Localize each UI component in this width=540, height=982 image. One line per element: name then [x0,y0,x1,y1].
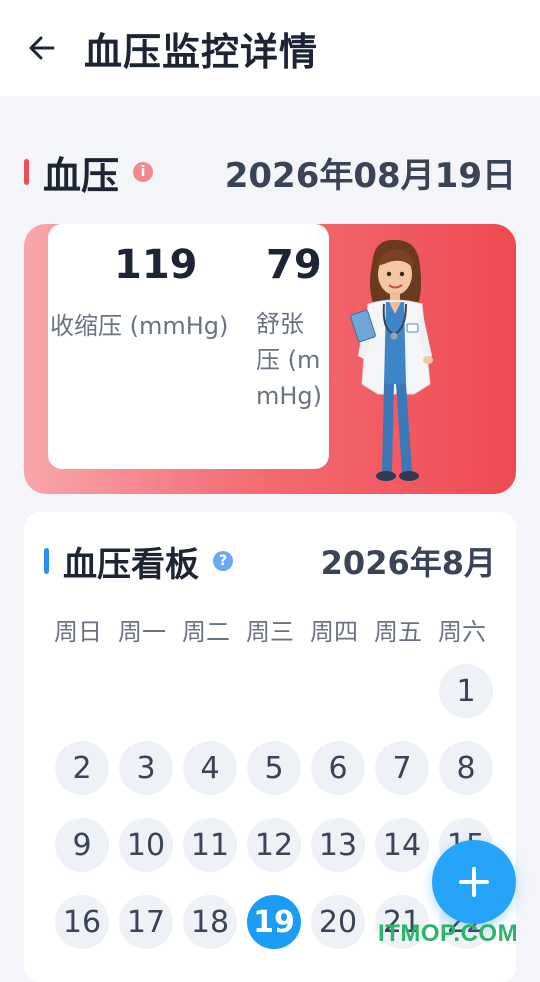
calendar-cell: 14 [370,818,434,895]
arrow-left-icon [29,36,55,60]
calendar-cell: 5 [242,741,306,818]
systolic-label: 收缩压 (mmHg) [50,312,229,340]
calendar-cell: 19 [242,895,306,972]
diastolic-label: 舒张压 (mmHg) [256,310,323,410]
calendar-day[interactable]: 12 [247,818,301,872]
calendar-day[interactable]: 18 [183,895,237,949]
calendar-cell: 1 [434,664,498,741]
watermark: ITMOP.COM [378,920,519,947]
calendar-day[interactable]: 7 [375,741,429,795]
calendar-cell: 20 [306,895,370,972]
calendar-day[interactable]: 14 [375,818,429,872]
bp-reading-card: 119 收缩压 (mmHg) 79 舒张压 (mmHg) [24,224,516,494]
systolic-value: 119 [114,242,198,288]
add-record-button[interactable] [432,840,516,924]
calendar-day[interactable]: 16 [55,895,109,949]
calendar-cell: 4 [178,741,242,818]
section-accent-bar [24,159,29,185]
weekday-label: 周二 [182,618,230,646]
page-title: 血压监控详情 [84,29,319,74]
board-header: 血压看板 ? 2026年8月 [44,536,496,586]
calendar-cell: 8 [434,741,498,818]
calendar-cell: 10 [114,818,178,895]
calendar-day[interactable]: 2 [55,741,109,795]
header-bar: 血压监控详情 [0,0,540,96]
calendar-day[interactable]: 11 [183,818,237,872]
calendar-day-selected[interactable]: 19 [247,895,301,949]
calendar-cell: 2 [50,741,114,818]
calendar-day[interactable]: 5 [247,741,301,795]
calendar-cell: 9 [50,818,114,895]
calendar-day[interactable]: 13 [311,818,365,872]
calendar-cell: 7 [370,741,434,818]
back-button[interactable] [22,28,62,68]
bp-values-panel: 119 收缩压 (mmHg) 79 舒张压 (mmHg) [48,224,329,469]
calendar-day[interactable]: 4 [183,741,237,795]
calendar-cell: 6 [306,741,370,818]
calendar-cell: 11 [178,818,242,895]
bp-section-header: 血压 i 2026年08月19日 [24,142,516,202]
calendar-week-row: 1 [50,664,498,741]
weekday-header: 周日 周一 周二 周三 周四 周五 周六 [46,612,494,647]
bp-date[interactable]: 2026年08月19日 [225,148,516,197]
calendar-cell: 13 [306,818,370,895]
calendar-week-row: 9101112131415 [50,818,498,895]
calendar-cell [242,664,306,741]
plus-icon [459,867,489,897]
calendar-cell: 18 [178,895,242,972]
weekday-label: 周五 [374,618,422,646]
weekday-label: 周三 [246,618,294,646]
calendar-cell [114,664,178,741]
calendar-day[interactable]: 20 [311,895,365,949]
board-accent-bar [44,548,49,574]
info-icon[interactable]: i [133,162,154,182]
calendar-day[interactable]: 17 [119,895,173,949]
weekday-label: 周六 [438,618,486,646]
weekday-label: 周日 [54,618,102,646]
calendar-cell [370,664,434,741]
bp-section-title: 血压 [43,153,120,198]
calendar-day[interactable]: 1 [439,664,493,718]
calendar-cell [306,664,370,741]
calendar-cell: 16 [50,895,114,972]
calendar-week-row: 2345678 [50,741,498,818]
calendar-cell [178,664,242,741]
weekday-label: 周一 [118,618,166,646]
board-month[interactable]: 2026年8月 [321,538,496,584]
calendar-cell: 17 [114,895,178,972]
calendar-day[interactable]: 3 [119,741,173,795]
calendar-cell: 3 [114,741,178,818]
bp-board-card: 血压看板 ? 2026年8月 周日 周一 周二 周三 周四 周五 周六 1234… [24,512,516,982]
calendar-day[interactable]: 8 [439,741,493,795]
doctor-illustration [350,239,433,481]
calendar-day[interactable]: 6 [311,741,365,795]
board-title: 血压看板 [63,544,199,585]
calendar-cell [50,664,114,741]
diastolic-value: 79 [266,242,322,288]
calendar-cell: 12 [242,818,306,895]
calendar-day[interactable]: 10 [119,818,173,872]
calendar-day[interactable]: 9 [55,818,109,872]
question-icon[interactable]: ? [213,551,233,571]
weekday-label: 周四 [310,618,358,646]
